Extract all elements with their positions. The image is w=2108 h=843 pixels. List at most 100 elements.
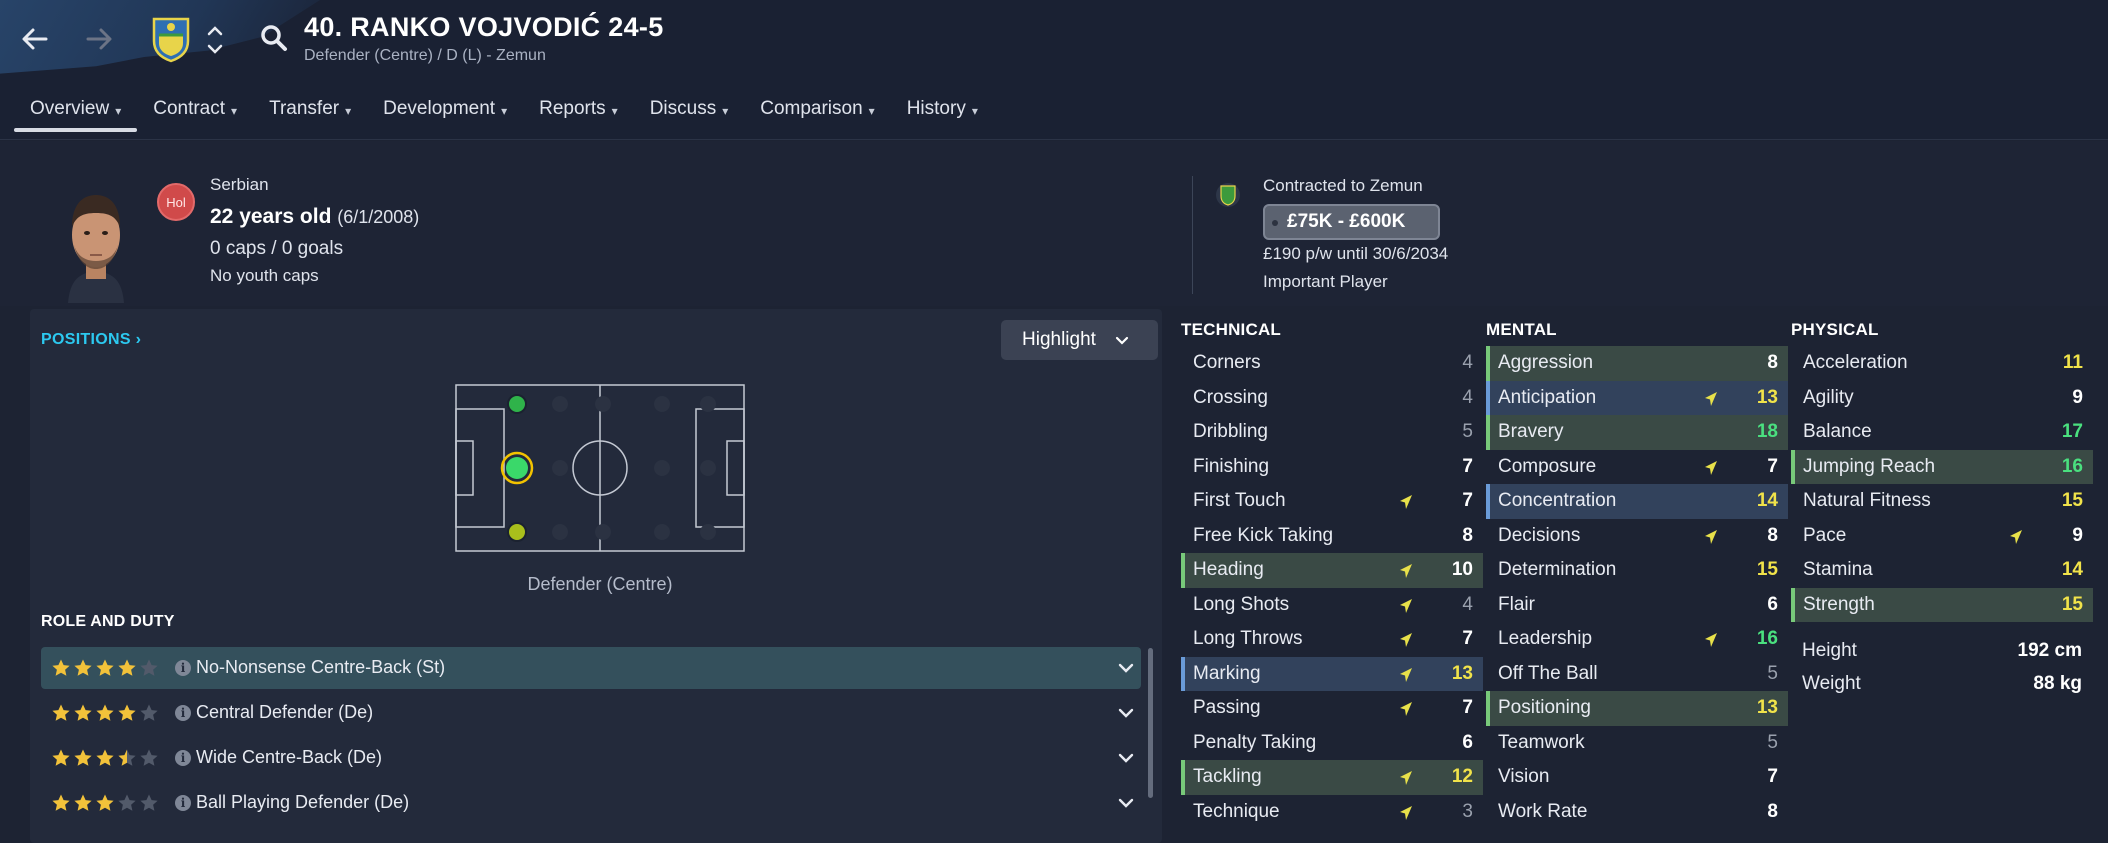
attribute-value: 15 bbox=[1756, 559, 1778, 581]
search-icon[interactable] bbox=[258, 22, 290, 54]
tab-discuss[interactable]: Discuss ▾ bbox=[634, 92, 745, 136]
attribute-row[interactable]: Strength 15 bbox=[1791, 587, 2093, 622]
attribute-row[interactable]: First Touch 7 bbox=[1181, 484, 1483, 519]
attribute-name: Pace bbox=[1803, 524, 1847, 546]
chevron-down-icon[interactable] bbox=[1117, 749, 1135, 767]
chevron-down-icon[interactable] bbox=[1117, 794, 1135, 812]
chevron-down-icon: ▾ bbox=[868, 104, 875, 118]
attribute-row[interactable]: Crossing 4 bbox=[1181, 381, 1483, 416]
positions-link[interactable]: POSITIONS › bbox=[41, 331, 141, 349]
back-button[interactable] bbox=[14, 18, 56, 60]
attribute-row[interactable]: Vision 7 bbox=[1486, 760, 1788, 795]
attribute-value: 16 bbox=[1756, 628, 1778, 650]
chevron-down-icon: ▾ bbox=[611, 104, 618, 118]
attribute-row[interactable]: Marking 13 bbox=[1181, 656, 1483, 691]
attribute-name: Acceleration bbox=[1803, 352, 1908, 374]
attribute-value: 9 bbox=[2072, 524, 2083, 546]
attribute-row[interactable]: Balance 17 bbox=[1791, 415, 2093, 450]
transfer-value-tag[interactable]: £75K - £600K bbox=[1263, 204, 1440, 240]
role-row[interactable]: i Ball Playing Defender (De) bbox=[41, 782, 1141, 824]
technical-attributes: TECHNICAL Corners 4 Crossing 4 Dribbling 5 Fin… bbox=[1181, 320, 1483, 829]
position-pitch[interactable] bbox=[455, 384, 745, 552]
attribute-name: Natural Fitness bbox=[1803, 490, 1931, 512]
attribute-row[interactable]: Agility 9 bbox=[1791, 381, 2093, 416]
chevron-down-icon: ▾ bbox=[231, 104, 238, 118]
attribute-row[interactable]: Work Rate 8 bbox=[1486, 795, 1788, 830]
star-icon bbox=[96, 659, 114, 676]
info-icon[interactable]: i bbox=[175, 660, 191, 676]
attribute-row[interactable]: Anticipation 13 bbox=[1486, 380, 1788, 415]
club-crest-small-icon[interactable] bbox=[1215, 180, 1241, 210]
tab-comparison[interactable]: Comparison ▾ bbox=[744, 92, 890, 136]
weight-value: 88 kg bbox=[2033, 673, 2082, 694]
attribute-row[interactable]: Concentration 14 bbox=[1486, 484, 1788, 519]
chevron-down-icon: ▾ bbox=[345, 104, 352, 118]
attribute-value: 15 bbox=[2061, 593, 2083, 615]
forward-button[interactable] bbox=[78, 18, 120, 60]
attribute-row[interactable]: Acceleration 11 bbox=[1791, 346, 2093, 381]
attribute-name: Agility bbox=[1803, 386, 1854, 408]
attribute-name: Tackling bbox=[1193, 766, 1262, 788]
info-icon[interactable]: i bbox=[175, 795, 191, 811]
role-row[interactable]: i No-Nonsense Centre-Back (St) bbox=[41, 647, 1141, 689]
holiday-badge[interactable]: Hol bbox=[157, 183, 195, 221]
attribute-value: 12 bbox=[1451, 766, 1473, 788]
attribute-row[interactable]: Penalty Taking 6 bbox=[1181, 726, 1483, 761]
tab-overview[interactable]: Overview ▾ bbox=[14, 92, 138, 136]
highlight-dropdown[interactable]: Highlight bbox=[1001, 320, 1158, 360]
attribute-name: Decisions bbox=[1498, 524, 1581, 546]
attribute-row[interactable]: Leadership 16 bbox=[1486, 622, 1788, 657]
attribute-row[interactable]: Flair 6 bbox=[1486, 588, 1788, 623]
attribute-row[interactable]: Long Shots 4 bbox=[1181, 588, 1483, 623]
attribute-row[interactable]: Finishing 7 bbox=[1181, 450, 1483, 485]
attribute-row[interactable]: Positioning 13 bbox=[1486, 691, 1788, 726]
attribute-row[interactable]: Natural Fitness 15 bbox=[1791, 484, 2093, 519]
role-row[interactable]: i Central Defender (De) bbox=[41, 692, 1141, 734]
chevron-down-icon[interactable] bbox=[1117, 704, 1135, 722]
info-icon[interactable]: i bbox=[175, 705, 191, 721]
tab-development[interactable]: Development ▾ bbox=[367, 92, 523, 136]
attribute-row[interactable]: Pace 9 bbox=[1791, 519, 2093, 554]
star-icon bbox=[74, 749, 92, 766]
attribute-row[interactable]: Heading 10 bbox=[1181, 553, 1483, 588]
arrow-right-icon bbox=[86, 28, 112, 50]
physical-heading: PHYSICAL bbox=[1791, 320, 1879, 339]
tab-transfer[interactable]: Transfer ▾ bbox=[253, 92, 367, 136]
attribute-row[interactable]: Determination 15 bbox=[1486, 553, 1788, 588]
attribute-row[interactable]: Composure 7 bbox=[1486, 450, 1788, 485]
chevron-down-icon bbox=[1115, 336, 1129, 345]
role-row[interactable]: i Wide Centre-Back (De) bbox=[41, 737, 1141, 779]
info-icon[interactable]: i bbox=[175, 750, 191, 766]
chevron-down-icon[interactable] bbox=[1117, 659, 1135, 677]
attribute-name: Aggression bbox=[1498, 352, 1594, 374]
attribute-row[interactable]: Stamina 14 bbox=[1791, 553, 2093, 588]
attribute-row[interactable]: Technique 3 bbox=[1181, 795, 1483, 830]
star-icon bbox=[140, 794, 158, 811]
player-cycle-icon[interactable] bbox=[205, 20, 225, 60]
attribute-row[interactable]: Tackling 12 bbox=[1181, 760, 1483, 795]
tab-reports[interactable]: Reports ▾ bbox=[523, 92, 634, 136]
attribute-row[interactable]: Aggression 8 bbox=[1486, 346, 1788, 381]
attribute-row[interactable]: Corners 4 bbox=[1181, 346, 1483, 381]
tab-history[interactable]: History ▾ bbox=[891, 92, 994, 136]
attribute-row[interactable]: Long Throws 7 bbox=[1181, 622, 1483, 657]
attribute-name: Marking bbox=[1193, 662, 1261, 684]
star-icon bbox=[140, 659, 158, 676]
role-list-scrollbar[interactable] bbox=[1148, 648, 1153, 798]
international-caps: 0 caps / 0 goals bbox=[210, 238, 344, 259]
attribute-value: 6 bbox=[1767, 593, 1778, 615]
tab-contract[interactable]: Contract ▾ bbox=[137, 92, 253, 136]
attribute-value: 14 bbox=[1756, 490, 1778, 512]
attribute-row[interactable]: Jumping Reach 16 bbox=[1791, 449, 2093, 484]
attribute-row[interactable]: Passing 7 bbox=[1181, 691, 1483, 726]
attribute-row[interactable]: Dribbling 5 bbox=[1181, 415, 1483, 450]
attribute-value: 7 bbox=[1462, 697, 1473, 719]
attribute-row[interactable]: Bravery 18 bbox=[1486, 415, 1788, 450]
attribute-name: Finishing bbox=[1193, 455, 1270, 477]
contracted-to[interactable]: Contracted to Zemun bbox=[1263, 176, 1423, 196]
attribute-row[interactable]: Free Kick Taking 8 bbox=[1181, 519, 1483, 554]
attribute-row[interactable]: Decisions 8 bbox=[1486, 519, 1788, 554]
club-crest-icon[interactable] bbox=[151, 15, 191, 63]
attribute-row[interactable]: Teamwork 5 bbox=[1486, 726, 1788, 761]
attribute-row[interactable]: Off The Ball 5 bbox=[1486, 657, 1788, 692]
